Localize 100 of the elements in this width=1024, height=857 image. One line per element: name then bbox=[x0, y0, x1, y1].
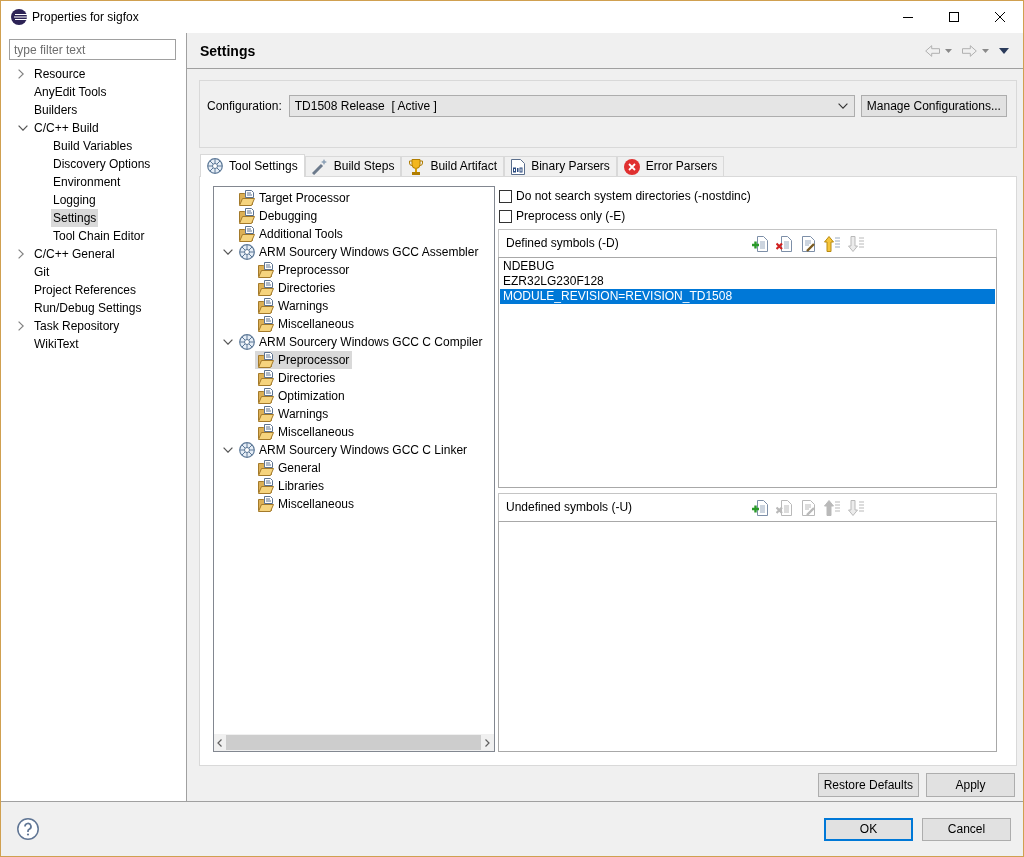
folder-icon bbox=[239, 226, 255, 242]
folder-icon bbox=[258, 316, 274, 332]
page-title: Settings bbox=[200, 41, 256, 60]
chevron-down-icon[interactable] bbox=[18, 125, 28, 131]
tree-item[interactable]: ARM Sourcery Windows GCC Assembler bbox=[236, 243, 482, 261]
tree-item[interactable]: Target Processor bbox=[236, 189, 353, 207]
wheel-icon bbox=[239, 334, 255, 350]
wheel-icon bbox=[207, 158, 223, 174]
field-label: Configuration: bbox=[207, 98, 282, 114]
caret-icon[interactable] bbox=[945, 48, 952, 53]
maximize-icon[interactable] bbox=[949, 12, 959, 22]
trophy-icon bbox=[408, 158, 425, 175]
scroll-right-icon[interactable] bbox=[485, 738, 490, 747]
filter-field[interactable]: type filter text bbox=[9, 39, 176, 60]
tree-item[interactable]: Miscellaneous bbox=[255, 423, 358, 441]
help-icon[interactable] bbox=[17, 818, 39, 840]
checkbox-label[interactable]: Do not search system directories (-nostdinc) bbox=[516, 188, 751, 204]
close-icon[interactable] bbox=[995, 12, 1005, 22]
manage-configurations-button[interactable]: Manage Configurations... bbox=[860, 95, 1007, 117]
cancel-button[interactable]: Cancel bbox=[922, 817, 1011, 841]
tab[interactable]: Binary Parsers bbox=[504, 156, 617, 176]
folder-icon bbox=[258, 496, 274, 512]
tab[interactable]: Tool Settings bbox=[200, 154, 305, 177]
tree-item[interactable]: Resource bbox=[32, 65, 88, 83]
folder-icon bbox=[239, 208, 255, 224]
tree-item[interactable]: Preprocessor bbox=[255, 351, 353, 369]
menu-caret-icon[interactable] bbox=[999, 47, 1009, 54]
tree-item[interactable]: WikiText bbox=[32, 335, 81, 353]
restore-defaults-button[interactable]: Restore Defaults bbox=[817, 773, 919, 797]
tab[interactable]: Error Parsers bbox=[616, 156, 725, 176]
folder-icon bbox=[258, 262, 274, 278]
apply-button[interactable]: Apply bbox=[926, 773, 1015, 797]
tree-item[interactable]: Git bbox=[32, 263, 52, 281]
tree-item[interactable]: Build Variables bbox=[51, 137, 135, 155]
tree-item[interactable]: Preprocessor bbox=[255, 261, 353, 279]
checkbox-label[interactable]: Preprocess only (-E) bbox=[516, 208, 626, 224]
checkbox[interactable] bbox=[499, 189, 512, 203]
tree-item[interactable]: Miscellaneous bbox=[255, 495, 358, 513]
list-item[interactable]: EZR32LG230F128 bbox=[500, 274, 995, 289]
ok-button[interactable]: OK bbox=[824, 817, 913, 841]
tree-item[interactable]: Additional Tools bbox=[236, 225, 346, 243]
checkbox[interactable] bbox=[499, 209, 512, 223]
tree-item[interactable]: Tool Chain Editor bbox=[51, 227, 147, 245]
tree-item[interactable]: Debugging bbox=[236, 207, 321, 225]
folder-icon bbox=[258, 370, 274, 386]
tree-item[interactable]: Directories bbox=[255, 369, 339, 387]
tree-item[interactable]: ARM Sourcery Windows GCC C Compiler bbox=[236, 333, 486, 351]
folder-icon bbox=[239, 190, 255, 206]
folder-icon bbox=[258, 280, 274, 296]
chevron-right-icon[interactable] bbox=[18, 249, 24, 259]
tree-item[interactable]: Run/Debug Settings bbox=[32, 299, 144, 317]
horizontal-scrollbar[interactable] bbox=[214, 734, 494, 751]
chevron-down-icon[interactable] bbox=[223, 447, 233, 453]
tree-item[interactable]: ARM Sourcery Windows GCC C Linker bbox=[236, 441, 471, 459]
scroll-left-icon[interactable] bbox=[217, 738, 222, 747]
tree-item[interactable]: Warnings bbox=[255, 297, 332, 315]
wand-icon bbox=[311, 158, 328, 175]
tree-item[interactable]: Warnings bbox=[255, 405, 332, 423]
list-item[interactable]: MODULE_REVISION=REVISION_TD1508 bbox=[500, 289, 995, 304]
tree-item[interactable]: General bbox=[255, 459, 324, 477]
tree-item[interactable]: Directories bbox=[255, 279, 339, 297]
tree-item[interactable]: Libraries bbox=[255, 477, 328, 495]
move-up-icon[interactable] bbox=[824, 235, 840, 252]
tree-item[interactable]: Logging bbox=[51, 191, 98, 209]
tree-item[interactable]: Miscellaneous bbox=[255, 315, 358, 333]
tree-item[interactable]: Settings bbox=[51, 209, 99, 227]
tree-item[interactable]: Optimization bbox=[255, 387, 348, 405]
scrollbar-thumb[interactable] bbox=[226, 735, 481, 750]
caret-icon[interactable] bbox=[982, 48, 989, 53]
list-item[interactable]: NDEBUG bbox=[500, 259, 995, 274]
section-label: Defined symbols (-D) bbox=[506, 236, 620, 251]
chevron-down-icon[interactable] bbox=[223, 249, 233, 255]
window-title: Properties for sigfox bbox=[32, 9, 139, 25]
configuration-dropdown[interactable]: TD1508 Release [ Active ] bbox=[288, 95, 855, 117]
tree-item[interactable]: Environment bbox=[51, 173, 123, 191]
chevron-down-icon[interactable] bbox=[223, 339, 233, 345]
tree-item[interactable]: Task Repository bbox=[32, 317, 122, 335]
minimize-icon[interactable] bbox=[903, 16, 913, 18]
back-arrow-icon[interactable] bbox=[925, 44, 940, 57]
edit-document-icon[interactable] bbox=[800, 235, 816, 252]
tab[interactable]: Build Steps bbox=[304, 156, 402, 176]
folder-icon bbox=[258, 298, 274, 314]
tree-item[interactable]: AnyEdit Tools bbox=[32, 83, 109, 101]
folder-icon bbox=[258, 406, 274, 422]
tree-item[interactable]: Project References bbox=[32, 281, 139, 299]
add-document-icon[interactable] bbox=[752, 499, 768, 516]
tree-item[interactable]: Discovery Options bbox=[51, 155, 153, 173]
tab[interactable]: Build Artifact bbox=[401, 156, 505, 176]
tree-item[interactable]: C/C++ Build bbox=[32, 119, 101, 137]
folder-icon bbox=[258, 388, 274, 404]
symbols-list[interactable]: NDEBUG EZR32LG230F128 MODULE_REVISION=REVISION_TD1508 bbox=[498, 257, 997, 488]
tree-item[interactable]: Builders bbox=[32, 101, 80, 119]
logo-icon bbox=[11, 9, 27, 25]
folder-icon bbox=[258, 424, 274, 440]
tree-item[interactable]: C/C++ General bbox=[32, 245, 117, 263]
add-document-icon[interactable] bbox=[752, 235, 768, 252]
chevron-down-icon bbox=[837, 103, 848, 109]
delete-document-icon[interactable] bbox=[776, 235, 792, 252]
chevron-right-icon[interactable] bbox=[18, 69, 24, 79]
chevron-right-icon[interactable] bbox=[18, 321, 24, 331]
